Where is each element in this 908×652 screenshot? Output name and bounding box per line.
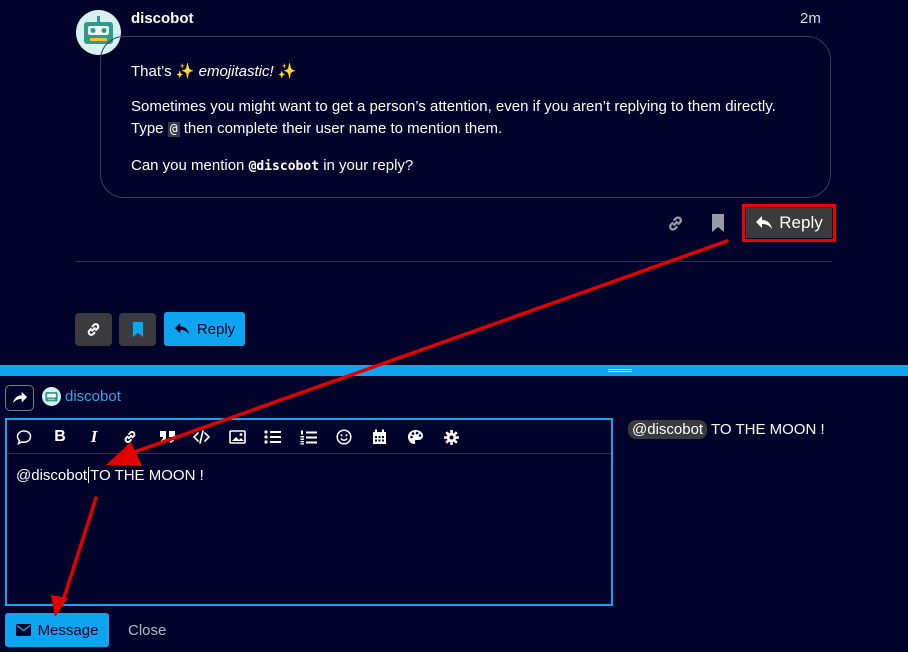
mention-pill[interactable]: @discobot xyxy=(628,420,708,439)
post-line-3: Type @ then complete their user name to … xyxy=(131,120,503,137)
copy-link-icon[interactable] xyxy=(666,214,685,237)
inline-code: @ xyxy=(167,122,180,137)
reply-arrow-icon xyxy=(174,322,189,335)
composer-resize-bar[interactable] xyxy=(0,365,908,376)
blockquote-icon[interactable] xyxy=(157,427,177,447)
sparkles-icon: ✨ xyxy=(175,63,195,80)
post-timestamp[interactable]: 2m xyxy=(800,10,821,27)
bold-icon[interactable]: B xyxy=(50,427,70,447)
image-upload-icon[interactable] xyxy=(227,427,247,447)
share-arrow-icon xyxy=(12,391,27,404)
share-topic-button[interactable] xyxy=(75,313,112,346)
palette-icon[interactable] xyxy=(405,427,425,447)
close-composer-button[interactable]: Close xyxy=(128,622,166,639)
post-reply-button[interactable]: Reply xyxy=(746,208,832,238)
code-icon[interactable] xyxy=(191,427,211,447)
post-line-1: That’s ✨ emojitastic! ✨ xyxy=(131,63,297,80)
mention-text: @discobot xyxy=(248,159,320,174)
numbered-list-icon[interactable] xyxy=(298,427,318,447)
link-icon[interactable] xyxy=(120,427,140,447)
text-caret xyxy=(88,467,90,483)
reply-arrow-icon xyxy=(756,216,773,229)
bookmark-icon xyxy=(132,321,143,338)
bookmark-topic-button[interactable] xyxy=(119,313,156,346)
recipient-username[interactable]: discobot xyxy=(65,388,121,405)
post-username[interactable]: discobot xyxy=(131,10,194,27)
sparkles-icon: ✨ xyxy=(277,63,297,80)
emoji-icon[interactable] xyxy=(334,427,354,447)
gear-icon[interactable] xyxy=(441,427,461,447)
grip-icon xyxy=(608,369,632,370)
post-line-4: Can you mention @discobot in your reply? xyxy=(131,157,414,174)
post-divider xyxy=(75,261,832,262)
calendar-icon[interactable] xyxy=(369,427,389,447)
italic-icon[interactable]: I xyxy=(84,427,104,447)
reply-action-toggle[interactable] xyxy=(5,385,34,411)
recipient-avatar xyxy=(42,387,61,406)
topic-reply-button[interactable]: Reply xyxy=(164,312,245,346)
bullet-list-icon[interactable] xyxy=(262,427,282,447)
send-message-button[interactable]: Message xyxy=(5,613,109,647)
composer-preview: @discobot TO THE MOON ! xyxy=(628,420,825,439)
quote-icon[interactable] xyxy=(14,427,34,447)
post-line-2: Sometimes you might want to get a person… xyxy=(131,98,776,115)
composer-textarea-content[interactable]: @discobot TO THE MOON ! xyxy=(16,467,204,484)
link-icon xyxy=(87,323,100,336)
envelope-icon xyxy=(15,624,31,636)
bookmark-icon[interactable] xyxy=(711,213,725,237)
